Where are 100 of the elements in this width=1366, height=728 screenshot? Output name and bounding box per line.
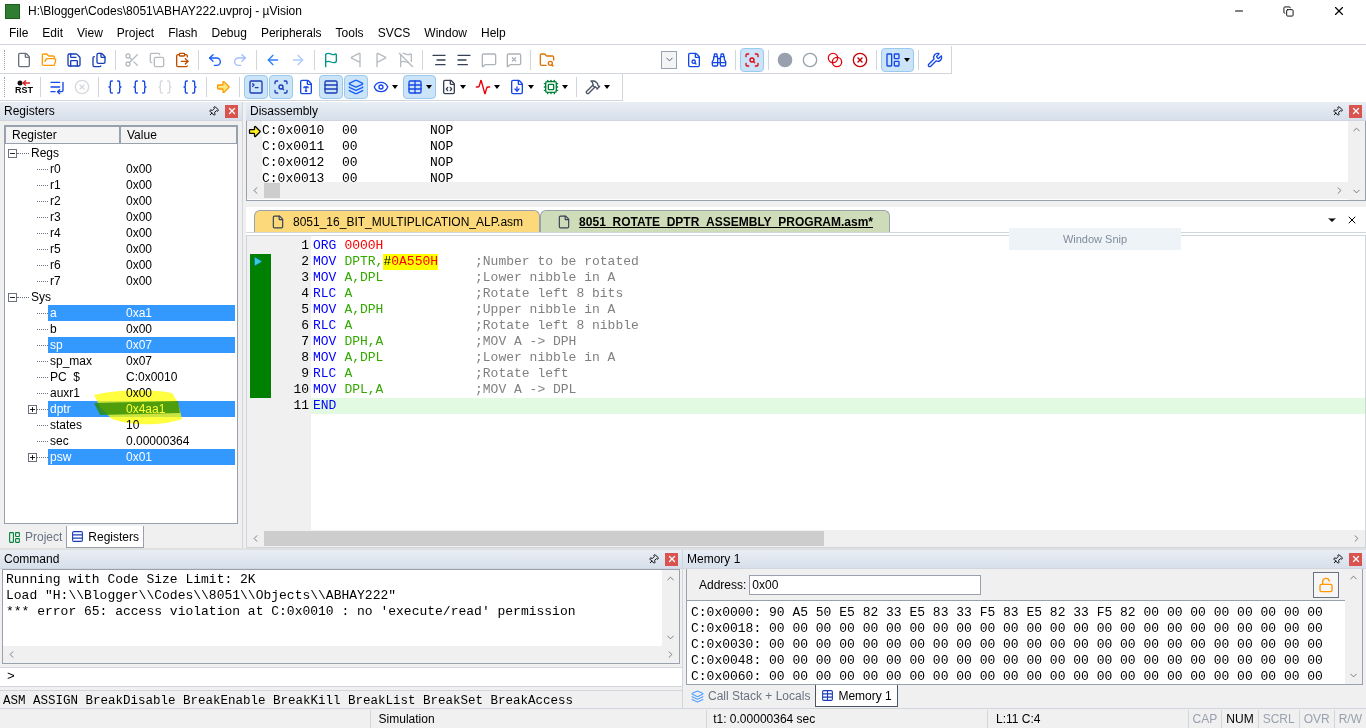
close-icon[interactable] <box>1346 214 1358 226</box>
code-token: A,DPH <box>344 302 384 318</box>
restore-icon[interactable] <box>1283 5 1294 17</box>
vertical-scrollbar[interactable] <box>662 570 679 646</box>
toolbar-button[interactable] <box>244 75 268 99</box>
caret-icon <box>904 57 910 62</box>
panel-title: Disassembly <box>250 103 319 120</box>
register-value: 0.00000364 <box>126 433 190 450</box>
caret-icon <box>528 85 534 89</box>
register-name: sp_max <box>49 353 94 370</box>
toolbar-button[interactable] <box>740 47 764 72</box>
output-line: *** error 65: access violation at C:0x0010 : no 'execute/read' permission <box>6 604 577 620</box>
clipboard-icon <box>174 51 190 68</box>
register-row[interactable]: r1 0x00 <box>48 177 235 193</box>
panel-title: Registers <box>4 103 56 120</box>
tools-icon <box>585 79 601 95</box>
menu-item[interactable]: Help <box>474 24 513 42</box>
address-field[interactable]: 0x00 <box>749 574 982 595</box>
register-name: r2 <box>49 193 62 210</box>
panel-tab[interactable]: Call Stack + Locals <box>686 685 816 707</box>
app-logo-icon <box>5 3 20 19</box>
list-arrow-icon <box>49 79 65 95</box>
panel-tab[interactable]: Registers <box>66 526 145 548</box>
horizontal-scrollbar[interactable] <box>3 646 679 663</box>
register-name: auxr1 <box>49 385 82 402</box>
reset-button[interactable]: RST <box>12 75 36 99</box>
register-row[interactable]: auxr1 0x00 <box>48 385 235 401</box>
redo-icon <box>232 51 248 68</box>
menu-item[interactable]: Peripherals <box>253 24 329 42</box>
command-input[interactable]: > <box>0 667 682 687</box>
caret-icon <box>460 85 466 89</box>
vertical-scrollbar[interactable] <box>1348 121 1365 200</box>
code-comment: ;MOV A -> DPL <box>475 382 577 398</box>
register-row[interactable]: sec 0.00000364 <box>48 433 235 449</box>
expand-icon[interactable] <box>28 404 37 414</box>
menu-item[interactable]: SVCS <box>370 24 418 42</box>
collapse-icon[interactable] <box>8 148 17 158</box>
dropdown-button[interactable] <box>403 75 436 99</box>
dropdown-button[interactable] <box>881 47 914 72</box>
close-icon[interactable] <box>1332 4 1346 18</box>
menu-item[interactable]: Window <box>417 24 474 42</box>
menu-item[interactable]: View <box>70 24 110 42</box>
close-button[interactable] <box>665 552 678 566</box>
code-comment: ;Upper nibble in A <box>475 302 616 318</box>
register-row[interactable]: r2 0x00 <box>48 193 235 209</box>
column-header[interactable]: Value <box>120 126 237 144</box>
tree-group-label[interactable]: Regs <box>29 145 59 161</box>
file-tab[interactable]: 8051_16_BIT_MULTIPLICATION_ALP.asm <box>254 210 541 232</box>
register-row[interactable]: r7 0x00 <box>48 273 235 289</box>
file-icon <box>298 79 314 95</box>
close-button[interactable] <box>1349 552 1362 566</box>
file-tab[interactable]: 8051_ROTATE_DPTR_ASSEMBLY_PROGRAM.asm* <box>540 210 890 232</box>
line-number: 11 <box>292 398 310 414</box>
scrollbar-thumb[interactable] <box>264 531 824 546</box>
code-token: ORG <box>313 238 337 254</box>
line-number: 8 <box>300 350 310 366</box>
register-value: 0x01 <box>126 449 153 466</box>
panel-tab[interactable]: Project <box>4 526 67 548</box>
menu-item[interactable]: Flash <box>161 24 205 42</box>
register-row[interactable]: r4 0x00 <box>48 225 235 241</box>
vertical-scrollbar[interactable] <box>1345 569 1362 684</box>
braces-icon <box>157 79 173 95</box>
code-token: MOV <box>313 350 337 366</box>
caret-icon <box>562 85 568 89</box>
toolbar-button[interactable] <box>344 75 368 99</box>
close-button[interactable] <box>1349 104 1362 118</box>
register-row[interactable]: r5 0x00 <box>48 241 235 257</box>
menu-item[interactable]: Tools <box>328 24 371 42</box>
register-row[interactable]: b 0x00 <box>48 321 235 337</box>
find-combo[interactable] <box>661 50 677 69</box>
toolbar-button[interactable] <box>269 75 293 99</box>
lock-button[interactable] <box>1313 571 1339 598</box>
menu-item[interactable]: Project <box>109 24 162 42</box>
page-icon <box>557 214 572 229</box>
collapse-icon[interactable] <box>8 292 17 302</box>
code-token: MOV <box>313 382 337 398</box>
code-token: # <box>383 254 392 270</box>
register-row[interactable]: PC $ C:0x0010 <box>48 369 235 385</box>
close-button[interactable] <box>225 104 238 118</box>
expand-icon[interactable] <box>28 452 37 462</box>
address-text: C:0x0013 <box>262 171 326 182</box>
menu-item[interactable]: Debug <box>204 24 254 42</box>
horizontal-scrollbar[interactable] <box>247 182 1348 199</box>
register-row[interactable]: sp_max 0x07 <box>48 353 235 369</box>
document-icon <box>509 79 525 95</box>
tree-group-label[interactable]: Sys <box>29 289 51 305</box>
column-header[interactable]: Register <box>5 126 120 144</box>
register-row[interactable]: r3 0x00 <box>48 209 235 225</box>
menu-item[interactable]: File <box>2 24 36 42</box>
table-icon <box>407 79 423 95</box>
code-token: A <box>344 318 353 334</box>
register-row[interactable]: r0 0x00 <box>48 161 235 177</box>
register-name: r4 <box>49 225 62 242</box>
scrollbar-thumb[interactable] <box>264 183 280 198</box>
horizontal-scrollbar[interactable] <box>247 530 1365 547</box>
register-row[interactable]: r6 0x00 <box>48 257 235 273</box>
panel-tab[interactable]: Memory 1 <box>815 685 898 707</box>
toolbar-button[interactable] <box>319 75 343 99</box>
flag-icon <box>348 51 364 68</box>
menu-item[interactable]: Edit <box>35 24 71 42</box>
